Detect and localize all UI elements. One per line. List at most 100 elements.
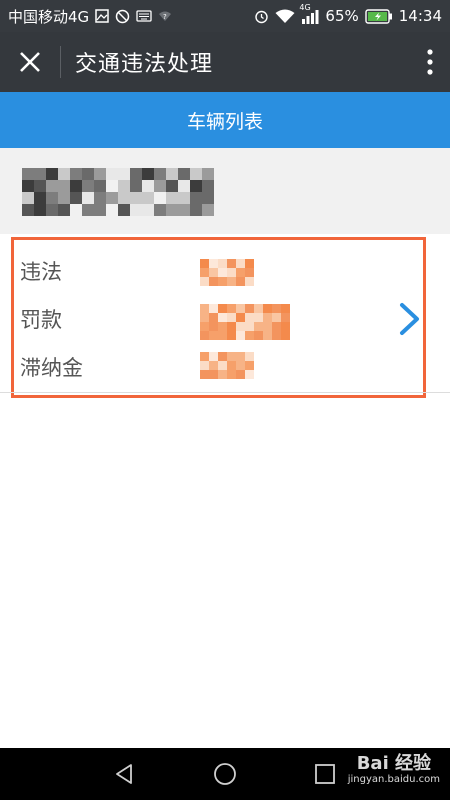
mosaic-cell <box>263 331 272 340</box>
fine-value-redacted <box>200 304 290 340</box>
mosaic-cell <box>118 192 130 204</box>
mosaic-cell <box>130 180 142 192</box>
mosaic-cell <box>70 204 82 216</box>
mosaic-cell <box>166 192 178 204</box>
mosaic-cell <box>70 168 82 180</box>
fine-label: 罚款 <box>20 308 62 332</box>
mosaic-cell <box>94 180 106 192</box>
mosaic-cell <box>190 192 202 204</box>
mosaic-cell <box>94 168 106 180</box>
mosaic-cell <box>82 192 94 204</box>
mosaic-cell <box>218 361 227 370</box>
mosaic-cell <box>227 370 236 379</box>
mosaic-cell <box>190 204 202 216</box>
mosaic-cell <box>166 168 178 180</box>
recents-icon <box>315 764 335 784</box>
mosaic-cell <box>200 259 209 268</box>
mosaic-cell <box>227 259 236 268</box>
wifi-question-icon: ? <box>158 10 172 22</box>
mosaic-cell <box>281 313 290 322</box>
mosaic-cell <box>218 352 227 361</box>
mosaic-cell <box>245 322 254 331</box>
page-title: 交通违法处理 <box>75 52 214 77</box>
mosaic-cell <box>209 259 218 268</box>
mosaic-cell <box>202 180 214 192</box>
mosaic-cell <box>254 313 263 322</box>
mosaic-cell <box>58 192 70 204</box>
mosaic-cell <box>94 204 106 216</box>
tab-vehicle-list[interactable]: 车辆列表 <box>0 92 450 148</box>
mosaic-cell <box>22 180 34 192</box>
mosaic-cell <box>178 180 190 192</box>
signal-icon: 4G <box>299 3 319 24</box>
mosaic-cell <box>254 331 263 340</box>
more-menu-button[interactable] <box>410 32 450 92</box>
mosaic-cell <box>245 277 254 286</box>
mosaic-cell <box>272 322 281 331</box>
recents-button[interactable] <box>295 748 355 800</box>
mosaic-cell <box>118 168 130 180</box>
violation-summary-card[interactable]: 违法 罚款 滞纳金 <box>0 234 450 398</box>
mosaic-cell <box>218 370 227 379</box>
status-bar-left: 中国移动4G ? <box>8 6 172 27</box>
mosaic-cell <box>227 313 236 322</box>
mosaic-cell <box>200 352 209 361</box>
mosaic-cell <box>118 204 130 216</box>
mosaic-cell <box>166 180 178 192</box>
mosaic-cell <box>200 361 209 370</box>
mosaic-cell <box>218 322 227 331</box>
alarm-icon <box>254 9 269 24</box>
keyboard-icon <box>136 10 152 22</box>
mosaic-cell <box>227 322 236 331</box>
mosaic-cell <box>236 370 245 379</box>
mosaic-cell <box>272 331 281 340</box>
mosaic-cell <box>272 313 281 322</box>
back-button[interactable] <box>95 748 155 800</box>
mosaic-cell <box>58 180 70 192</box>
violation-label: 违法 <box>20 260 62 284</box>
mosaic-cell <box>209 313 218 322</box>
more-vertical-icon <box>427 49 433 75</box>
mosaic-cell <box>70 180 82 192</box>
mosaic-cell <box>245 304 254 313</box>
plate-section <box>0 148 450 234</box>
home-button[interactable] <box>195 748 255 800</box>
mosaic-cell <box>106 168 118 180</box>
carrier-label: 中国移动4G <box>8 7 90 26</box>
mosaic-cell <box>142 168 154 180</box>
network-badge: 4G <box>299 2 311 12</box>
mosaic-cell <box>263 304 272 313</box>
mosaic-cell <box>209 352 218 361</box>
mosaic-cell <box>46 168 58 180</box>
mosaic-cell <box>245 259 254 268</box>
mosaic-cell <box>263 322 272 331</box>
mosaic-cell <box>227 277 236 286</box>
mosaic-cell <box>281 331 290 340</box>
mosaic-cell <box>281 322 290 331</box>
mosaic-cell <box>245 313 254 322</box>
mosaic-cell <box>236 322 245 331</box>
mosaic-cell <box>82 204 94 216</box>
mosaic-cell <box>34 168 46 180</box>
mosaic-cell <box>82 180 94 192</box>
mosaic-cell <box>22 192 34 204</box>
close-button[interactable] <box>0 32 60 92</box>
mosaic-cell <box>118 180 130 192</box>
watermark-url: jingyan.baidu.com <box>347 774 440 785</box>
mosaic-cell <box>209 304 218 313</box>
mosaic-cell <box>154 192 166 204</box>
mosaic-cell <box>236 361 245 370</box>
mosaic-cell <box>227 304 236 313</box>
mosaic-cell <box>94 192 106 204</box>
mosaic-cell <box>142 180 154 192</box>
mosaic-cell <box>245 361 254 370</box>
mosaic-cell <box>227 361 236 370</box>
mosaic-cell <box>190 168 202 180</box>
mosaic-cell <box>154 168 166 180</box>
mosaic-cell <box>178 168 190 180</box>
mosaic-cell <box>245 370 254 379</box>
mosaic-cell <box>200 331 209 340</box>
watermark: Bai 经验 jingyan.baidu.com <box>348 754 440 786</box>
back-icon <box>116 764 132 784</box>
mosaic-cell <box>34 204 46 216</box>
